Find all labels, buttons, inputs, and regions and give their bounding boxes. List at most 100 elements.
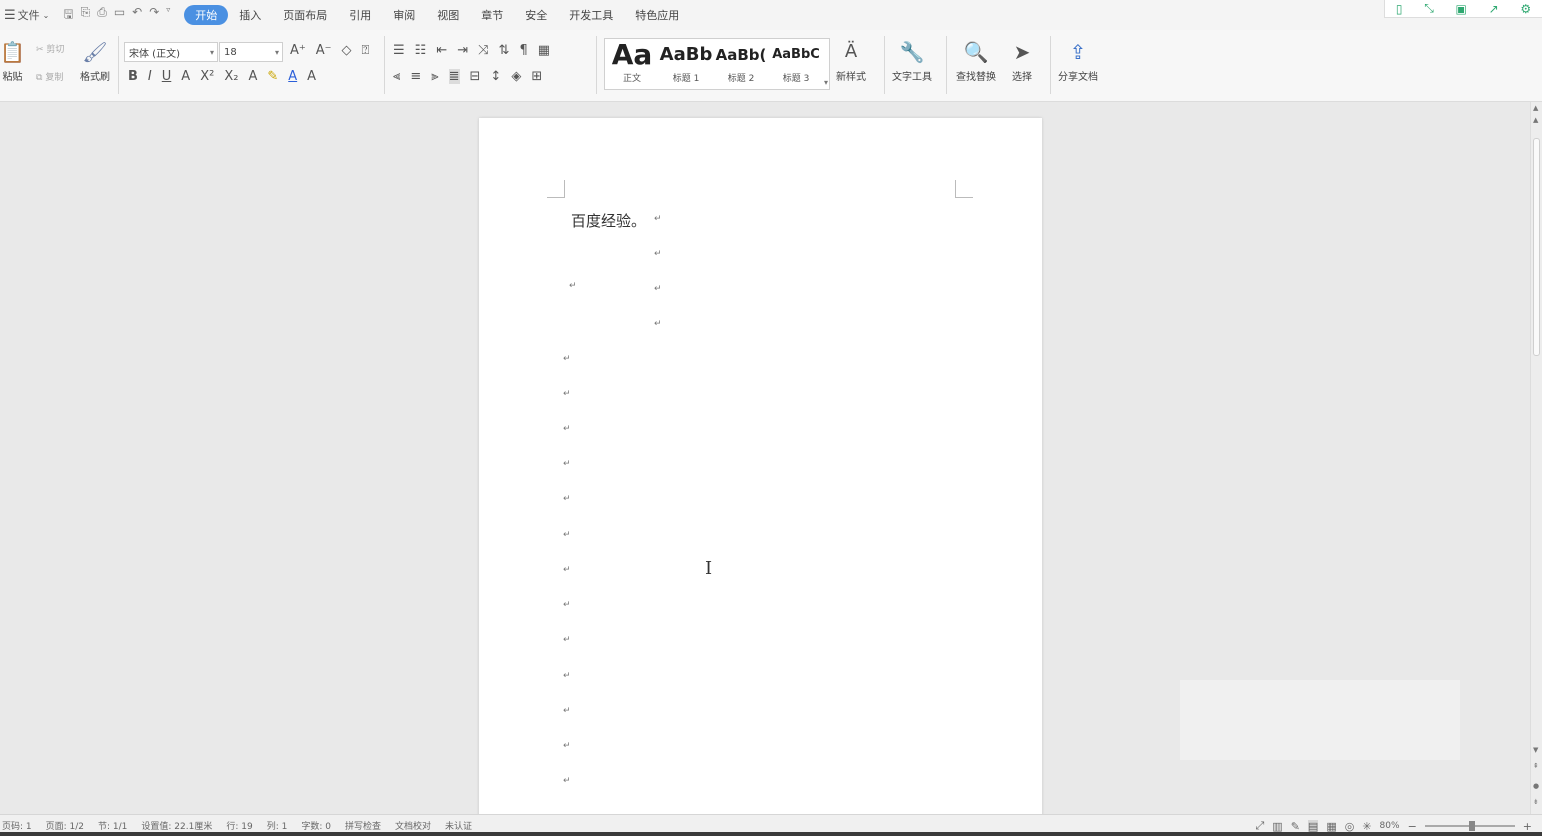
italic-icon[interactable]: I	[148, 69, 152, 84]
print-icon[interactable]: ⎙	[97, 5, 107, 26]
document-page[interactable]: 百度经验。 ↵ ↵ ↵ ↵ ↵ ↵ ↵ ↵ ↵ ↵ ↵ ↵ ↵ ↵ ↵ ↵ ↵ …	[479, 118, 1042, 818]
text-tools-button[interactable]: 🔧 文字工具	[892, 40, 932, 83]
grow-font-icon[interactable]: A⁺	[290, 43, 306, 58]
font-name-select[interactable]: 宋体 (正文) ▾	[124, 42, 218, 62]
tab-developer[interactable]: 开发工具	[558, 5, 624, 25]
style-heading-2[interactable]: AaBb( 标题 2	[713, 39, 769, 84]
strikethrough-icon[interactable]: A	[181, 69, 190, 84]
underline-icon[interactable]: U	[162, 69, 172, 84]
tab-security[interactable]: 安全	[514, 5, 558, 25]
tab-insert[interactable]: 插入	[228, 5, 272, 25]
decrease-indent-icon[interactable]: ⇤	[436, 43, 447, 58]
print-preview-icon[interactable]: ▭	[114, 5, 125, 26]
distribute-icon[interactable]: ⊟	[470, 69, 481, 84]
status-pages[interactable]: 页面: 1/2	[46, 819, 84, 832]
shrink-font-icon[interactable]: A⁻	[316, 43, 332, 58]
document-first-line[interactable]: 百度经验。	[571, 210, 646, 231]
zoom-level[interactable]: 80%	[1380, 821, 1400, 831]
style-gallery-expand-icon[interactable]: ▾	[824, 78, 828, 87]
focus-mode-icon[interactable]: ⤢	[1255, 819, 1264, 833]
subscript-icon[interactable]: X₂	[224, 69, 238, 84]
tab-page-layout[interactable]: 页面布局	[272, 5, 338, 25]
unverified-badge[interactable]: 未认证	[445, 819, 472, 832]
tab-special[interactable]: 特色应用	[624, 5, 690, 25]
highlight-icon[interactable]: ✎	[267, 69, 278, 84]
new-style-button[interactable]: Ä 新样式	[836, 40, 866, 83]
sort-icon[interactable]: ⇅	[499, 43, 510, 58]
share-icon[interactable]: ↗	[1489, 2, 1499, 16]
phonetic-icon[interactable]: ⍰	[362, 43, 370, 58]
next-page-icon[interactable]: ⇟	[1533, 798, 1539, 806]
increase-indent-icon[interactable]: ⇥	[457, 43, 468, 58]
text-effect-icon[interactable]: A	[248, 69, 257, 84]
tab-review[interactable]: 审阅	[382, 5, 426, 25]
clear-format-icon[interactable]: ◇	[342, 43, 352, 58]
numbered-list-icon[interactable]: ☷	[415, 43, 427, 58]
read-mode-icon[interactable]: ▥	[1272, 820, 1282, 833]
customize-icon[interactable]: ▿	[166, 5, 170, 26]
shading-icon[interactable]: ◈	[511, 69, 521, 84]
style-normal[interactable]: Aa 正文	[607, 39, 657, 85]
find-replace-button[interactable]: 🔍 查找替换	[956, 40, 996, 83]
show-marks-icon[interactable]: ¶	[519, 43, 527, 58]
zoom-out-icon[interactable]: −	[1408, 820, 1417, 833]
write-mode-icon[interactable]: ✎	[1291, 820, 1300, 833]
zoom-slider[interactable]	[1424, 821, 1515, 831]
paragraph-mark: ↵	[563, 671, 571, 681]
zoom-in-icon[interactable]: +	[1523, 820, 1532, 833]
text-direction-icon[interactable]: ⤨	[478, 43, 488, 58]
font-color-icon[interactable]: A	[288, 69, 297, 84]
cloud-save-icon[interactable]: ▣	[1456, 2, 1467, 16]
doc-check-toggle[interactable]: 文档校对	[395, 819, 431, 832]
cut-button[interactable]: ✂ 剪切	[36, 42, 64, 55]
page-selector-icon[interactable]: ●	[1533, 782, 1539, 790]
justify-icon[interactable]: ≣	[448, 69, 460, 84]
vertical-scrollbar[interactable]: ▲ ▲ ▼ ⇞ ● ⇟	[1530, 102, 1542, 814]
scroll-up-icon[interactable]: ▲	[1533, 116, 1538, 124]
file-menu[interactable]: ☰ 文件 ⌄	[0, 7, 53, 23]
export-pdf-icon[interactable]: ⎘	[81, 5, 91, 26]
bold-icon[interactable]: B	[128, 69, 138, 84]
format-painter-button[interactable]: 🖌 格式刷	[80, 40, 110, 83]
tab-home[interactable]: 开始	[184, 5, 229, 25]
share-document-button[interactable]: ⇪ 分享文档	[1058, 40, 1098, 83]
settings-icon[interactable]: ⚙	[1520, 2, 1531, 16]
bullet-list-icon[interactable]: ☰	[393, 43, 405, 58]
style-heading-2-name: 标题 2	[727, 74, 755, 84]
line-spacing-icon[interactable]: ↕	[490, 69, 501, 84]
tab-sections[interactable]: 章节	[470, 5, 514, 25]
web-view-icon[interactable]: ◎	[1345, 820, 1355, 833]
previous-page-icon[interactable]: ⇞	[1533, 762, 1539, 770]
superscript-icon[interactable]: X²	[200, 69, 214, 84]
status-word-count[interactable]: 字数: 0	[301, 819, 331, 832]
table-icon[interactable]: ▦	[538, 43, 550, 58]
tab-references[interactable]: 引用	[338, 5, 382, 25]
redo-icon[interactable]: ↷	[149, 5, 159, 26]
outline-view-icon[interactable]: ▦	[1326, 820, 1336, 833]
eye-protect-icon[interactable]: ✳	[1362, 820, 1371, 833]
char-border-icon[interactable]: A	[307, 69, 316, 84]
align-right-icon[interactable]: ⫸	[431, 69, 438, 84]
spell-check-toggle[interactable]: 拼写检查	[345, 819, 381, 832]
page-view-icon[interactable]: ▤	[1307, 819, 1319, 833]
scroll-down-icon[interactable]: ▼	[1533, 746, 1538, 754]
font-size-select[interactable]: 18 ▾	[219, 42, 283, 62]
style-heading-3[interactable]: AaBbC 标题 3	[769, 39, 823, 84]
select-button[interactable]: ➤ 选择	[1012, 40, 1032, 83]
undo-icon[interactable]: ↶	[132, 5, 142, 26]
scroll-up-icon[interactable]: ▲	[1533, 104, 1538, 112]
style-heading-1[interactable]: AaBb 标题 1	[659, 39, 713, 84]
paste-button[interactable]: 📋 粘贴	[0, 40, 25, 83]
align-center-icon[interactable]: ≡	[410, 69, 421, 84]
watermark-blur	[1180, 680, 1460, 760]
status-page[interactable]: 页码: 1	[2, 819, 32, 832]
mobile-icon[interactable]: ▯	[1396, 2, 1403, 16]
copy-button[interactable]: ⧉ 复制	[36, 70, 63, 83]
align-left-icon[interactable]: ⫷	[393, 69, 400, 84]
scrollbar-thumb[interactable]	[1533, 138, 1540, 356]
tab-view[interactable]: 视图	[426, 5, 470, 25]
fullscreen-icon[interactable]: ⤡	[1424, 1, 1434, 16]
zoom-slider-handle[interactable]	[1468, 821, 1475, 831]
save-icon[interactable]: 🖫	[63, 5, 73, 26]
border-icon[interactable]: ⊞	[531, 69, 542, 84]
